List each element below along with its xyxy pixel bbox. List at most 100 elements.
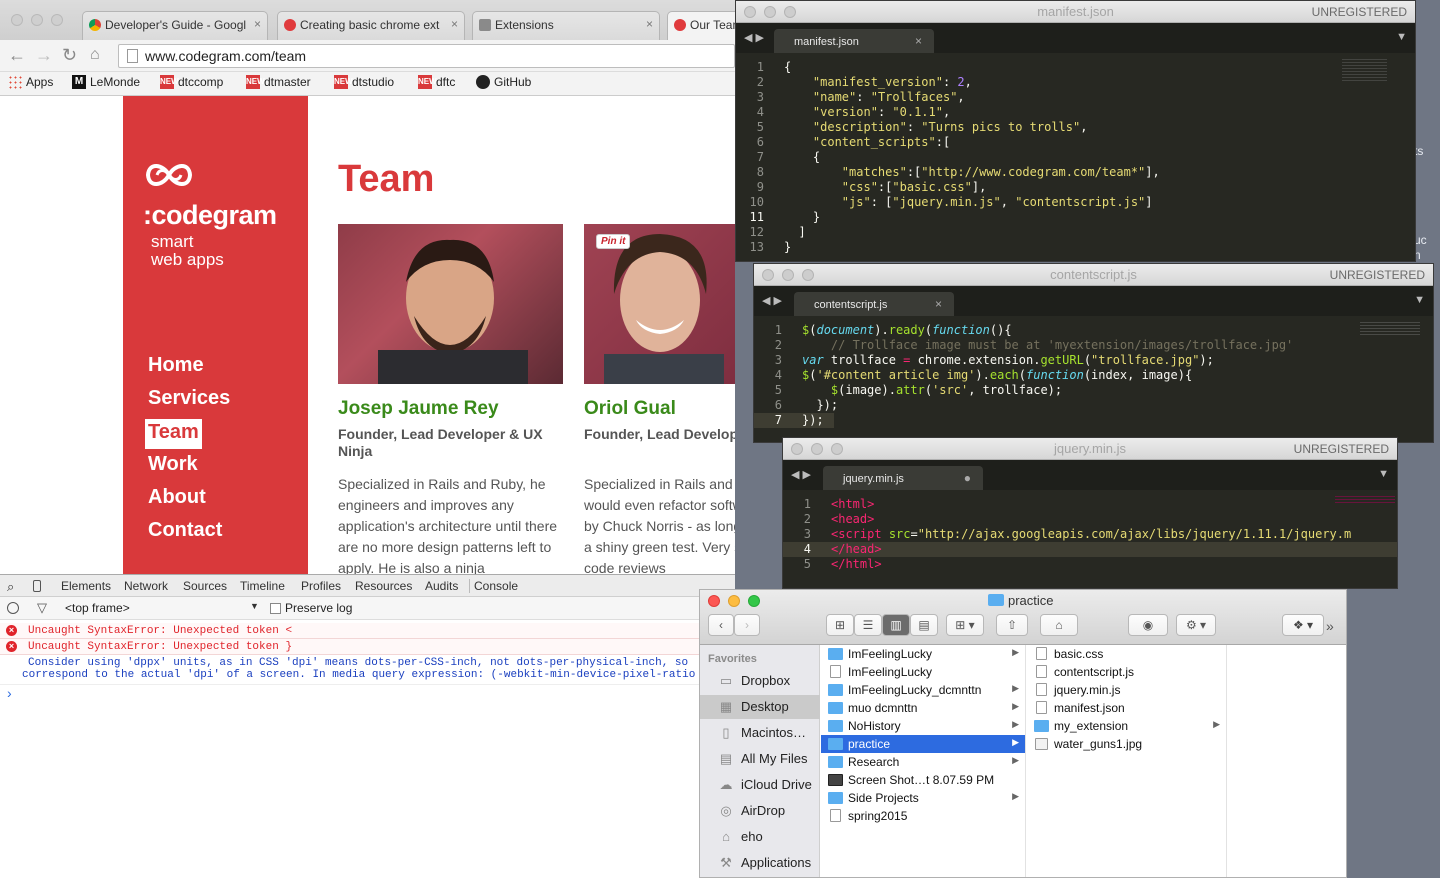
- person-name[interactable]: Josep Jaume Rey: [338, 398, 499, 420]
- minimize-window-button[interactable]: [31, 14, 43, 26]
- close-tab-icon[interactable]: ×: [646, 17, 653, 31]
- close-window-button[interactable]: [744, 6, 756, 18]
- sidebar-item-desktop[interactable]: ▦ Desktop: [700, 695, 820, 719]
- close-tab-icon[interactable]: ×: [935, 297, 942, 311]
- clear-console-icon[interactable]: [7, 602, 19, 614]
- close-window-button[interactable]: [11, 14, 23, 26]
- nav-about[interactable]: About: [145, 486, 209, 509]
- zoom-window-button[interactable]: [802, 269, 814, 281]
- browser-tab-active[interactable]: Our Team: [667, 11, 735, 40]
- list-item[interactable]: NoHistory ▶: [821, 717, 1025, 735]
- devtools-tab-timeline[interactable]: Timeline: [240, 579, 285, 593]
- zoom-window-button[interactable]: [784, 6, 796, 18]
- person-name[interactable]: Oriol Gual: [584, 398, 676, 420]
- minimize-window-button[interactable]: [811, 443, 823, 455]
- close-tab-icon[interactable]: ×: [451, 17, 458, 31]
- devtools-tab-network[interactable]: Network: [124, 579, 168, 593]
- devtools-tab-profiles[interactable]: Profiles: [301, 579, 341, 593]
- close-window-button[interactable]: [708, 595, 720, 607]
- tab-nav-arrows-icon[interactable]: ◀ ▶: [762, 294, 782, 307]
- chevron-down-icon[interactable]: ▼: [250, 601, 259, 611]
- search-icon[interactable]: ⌕: [7, 579, 14, 595]
- zoom-window-button[interactable]: [748, 595, 760, 607]
- devtools-tab-elements[interactable]: Elements: [61, 579, 111, 593]
- forward-arrow-icon[interactable]: →: [35, 45, 53, 65]
- tag-icon[interactable]: ⌂: [1040, 614, 1078, 636]
- browser-tab[interactable]: Extensions ×: [472, 11, 660, 40]
- console-prompt[interactable]: ›: [7, 685, 12, 701]
- bookmark-dtmaster[interactable]: NEW dtmaster: [246, 75, 311, 89]
- zoom-window-button[interactable]: [51, 14, 63, 26]
- bookmark-dftc[interactable]: NEW dftc: [418, 75, 455, 89]
- editor-tab[interactable]: jquery.min.js ●: [823, 466, 983, 490]
- browser-tab[interactable]: Developer's Guide - Googl ×: [82, 11, 268, 40]
- close-window-button[interactable]: [791, 443, 803, 455]
- list-item[interactable]: ImFeelingLucky: [821, 663, 1025, 681]
- list-item[interactable]: contentscript.js: [1027, 663, 1226, 681]
- frame-selector[interactable]: <top frame>: [65, 601, 130, 615]
- pinit-button[interactable]: Pin it: [596, 234, 631, 249]
- nav-services[interactable]: Services: [145, 387, 233, 410]
- forward-button[interactable]: ›: [734, 614, 760, 636]
- bookmark-dtccomp[interactable]: NEW dtccomp: [160, 75, 223, 89]
- list-item[interactable]: water_guns1.jpg: [1027, 735, 1226, 753]
- back-button[interactable]: ‹: [708, 614, 734, 636]
- bookmark-lemonde[interactable]: M LeMonde: [72, 75, 140, 89]
- reload-icon[interactable]: ↻: [62, 45, 77, 65]
- bookmark-apps[interactable]: Apps: [8, 75, 53, 89]
- overflow-chevron-icon[interactable]: »: [1326, 618, 1334, 634]
- view-column-button[interactable]: ▥: [882, 614, 910, 636]
- tab-nav-arrows-icon[interactable]: ◀ ▶: [791, 468, 811, 481]
- list-item[interactable]: Screen Shot…t 8.07.59 PM: [821, 771, 1025, 789]
- close-tab-icon[interactable]: ×: [915, 34, 922, 48]
- device-mode-icon[interactable]: [33, 580, 41, 592]
- bookmark-dtstudio[interactable]: NEW dtstudio: [334, 75, 394, 89]
- arrange-button[interactable]: ⊞ ▾: [946, 614, 984, 636]
- chevron-down-icon[interactable]: ▼: [1378, 468, 1389, 480]
- sidebar-item-icloud[interactable]: ☁ iCloud Drive: [700, 773, 820, 797]
- minimap[interactable]: [1335, 496, 1395, 504]
- dropbox-icon[interactable]: ❖ ▾: [1282, 614, 1324, 636]
- preserve-log-checkbox[interactable]: [270, 603, 281, 614]
- minimap[interactable]: [1360, 322, 1420, 336]
- sidebar-item-applications[interactable]: ⚒ Applications: [700, 851, 820, 875]
- bookmark-github[interactable]: GitHub: [476, 75, 531, 89]
- sidebar-item-dropbox[interactable]: ▭ Dropbox: [700, 669, 820, 693]
- tab-nav-arrows-icon[interactable]: ◀ ▶: [744, 31, 764, 44]
- minimize-window-button[interactable]: [782, 269, 794, 281]
- back-arrow-icon[interactable]: ←: [8, 45, 26, 65]
- minimap[interactable]: [1342, 59, 1387, 81]
- minimize-window-button[interactable]: [728, 595, 740, 607]
- address-bar[interactable]: www.codegram.com/team: [118, 44, 735, 68]
- list-item[interactable]: ImFeelingLucky_dcmnttn ▶: [821, 681, 1025, 699]
- view-list-button[interactable]: ☰: [854, 614, 882, 636]
- list-item[interactable]: ImFeelingLucky ▶: [821, 645, 1025, 663]
- list-item[interactable]: my_extension ▶: [1027, 717, 1226, 735]
- devtools-tab-audits[interactable]: Audits: [425, 579, 458, 593]
- gear-icon[interactable]: ⚙ ▾: [1176, 614, 1216, 636]
- nav-work[interactable]: Work: [145, 453, 201, 476]
- home-icon[interactable]: ⌂: [90, 45, 100, 65]
- sidebar-item-macintosh[interactable]: ▯ Macintos…: [700, 721, 820, 745]
- list-item[interactable]: Side Projects ▶: [821, 789, 1025, 807]
- view-coverflow-button[interactable]: ▤: [910, 614, 938, 636]
- editor-tab[interactable]: contentscript.js ×: [794, 292, 954, 316]
- close-window-button[interactable]: [762, 269, 774, 281]
- sidebar-item-airdrop[interactable]: ◎ AirDrop: [700, 799, 820, 823]
- share-icon[interactable]: ⇧: [996, 614, 1028, 636]
- list-item[interactable]: basic.css: [1027, 645, 1226, 663]
- zoom-window-button[interactable]: [831, 443, 843, 455]
- list-item[interactable]: jquery.min.js: [1027, 681, 1226, 699]
- chevron-down-icon[interactable]: ▼: [1396, 31, 1407, 43]
- chevron-down-icon[interactable]: ▼: [1414, 294, 1425, 306]
- unsaved-dot-icon[interactable]: ●: [964, 471, 971, 485]
- list-item[interactable]: muo dcmnttn ▶: [821, 699, 1025, 717]
- filter-icon[interactable]: ▽: [37, 600, 47, 616]
- sidebar-item-eho[interactable]: ⌂ eho: [700, 825, 820, 849]
- nav-team[interactable]: Team: [145, 419, 202, 449]
- devtools-tab-resources[interactable]: Resources: [355, 579, 412, 593]
- sidebar-item-all-my-files[interactable]: ▤ All My Files: [700, 747, 820, 771]
- list-item-selected[interactable]: practice ▶: [821, 735, 1025, 753]
- eye-icon[interactable]: ◉: [1128, 614, 1168, 636]
- nav-home[interactable]: Home: [145, 354, 207, 377]
